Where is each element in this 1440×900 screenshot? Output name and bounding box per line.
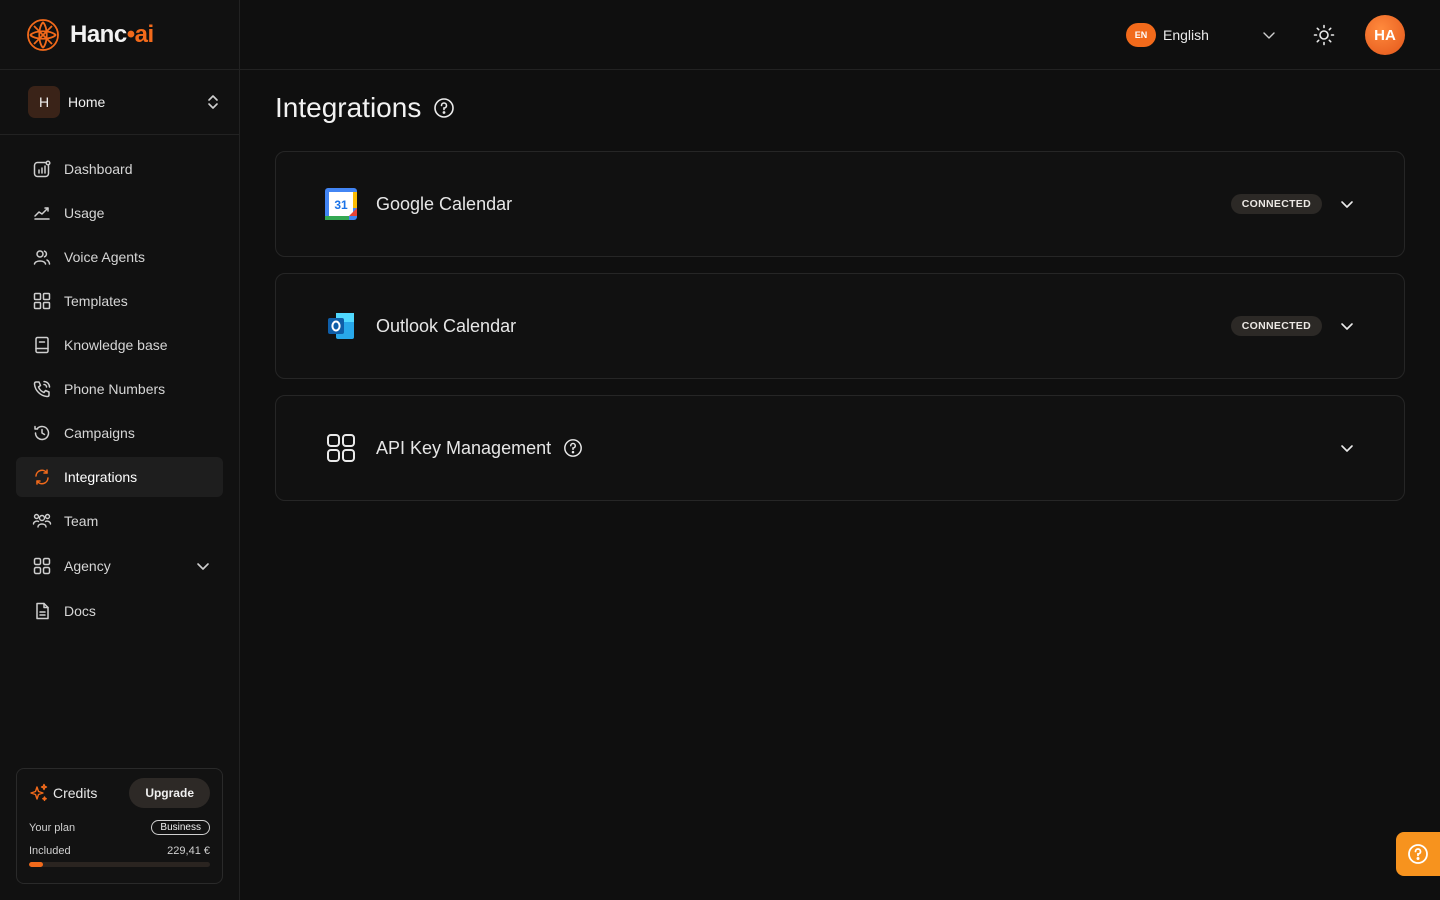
logo[interactable]: Hanc•ai [0, 0, 239, 70]
hanc-logo-icon [26, 18, 60, 52]
help-circle-icon [1407, 843, 1429, 865]
integration-title: API Key Management [376, 437, 552, 458]
sidebar-item-label: Campaigns [64, 425, 135, 441]
plan-label: Your plan [29, 821, 76, 834]
sun-icon [1313, 24, 1335, 46]
workspace-avatar: H [28, 86, 60, 118]
sidebar-item-label: Team [64, 513, 99, 529]
chevron-down-icon[interactable] [1338, 317, 1356, 335]
theme-toggle-button[interactable] [1312, 23, 1336, 47]
sidebar-item-label: Integrations [64, 469, 138, 485]
sidebar-nav: Dashboard Usage Voice Agents Templates K… [16, 149, 223, 635]
sidebar-item-phone-numbers[interactable]: Phone Numbers [16, 369, 223, 409]
dashboard-icon [32, 159, 52, 179]
sidebar-item-voice-agents[interactable]: Voice Agents [16, 237, 223, 277]
help-circle-icon[interactable] [563, 438, 583, 458]
sidebar-item-knowledge-base[interactable]: Knowledge base [16, 325, 223, 365]
sidebar-item-campaigns[interactable]: Campaigns [16, 413, 223, 453]
svg-text:31: 31 [334, 198, 348, 212]
sidebar-item-dashboard[interactable]: Dashboard [16, 149, 223, 189]
phone-icon [32, 379, 52, 399]
sidebar-item-label: Dashboard [64, 161, 133, 177]
chevron-down-icon [1262, 28, 1276, 42]
integration-card-google-calendar[interactable]: 31 Google Calendar CONNECTED [275, 151, 1405, 257]
integration-title: Outlook Calendar [376, 315, 517, 336]
user-avatar[interactable]: HA [1365, 15, 1405, 55]
grid-icon [32, 556, 52, 576]
sidebar-item-label: Docs [64, 603, 96, 619]
refresh-icon [32, 467, 52, 487]
help-circle-icon[interactable] [433, 97, 455, 119]
included-value: 229,41 € [167, 845, 210, 857]
grid-icon [32, 291, 52, 311]
book-icon [32, 335, 52, 355]
sidebar-item-docs[interactable]: Docs [16, 591, 223, 631]
sidebar-item-label: Knowledge base [64, 337, 168, 353]
history-icon [32, 423, 52, 443]
users-icon [32, 247, 52, 267]
document-icon [32, 601, 52, 621]
chart-line-icon [32, 203, 52, 223]
team-icon [32, 511, 52, 531]
chevron-up-down-icon [205, 94, 221, 110]
credits-title: Credits [53, 785, 98, 801]
sidebar-item-templates[interactable]: Templates [16, 281, 223, 321]
page-header: Integrations [275, 88, 455, 128]
sidebar: Hanc•ai H Home Dashboard Usage Voice Age… [0, 0, 240, 900]
credits-panel: Credits Upgrade Your plan Business Inclu… [16, 768, 223, 884]
credits-progress-fill [29, 862, 44, 867]
sidebar-item-usage[interactable]: Usage [16, 193, 223, 233]
sidebar-item-label: Templates [64, 293, 128, 309]
help-button[interactable] [1396, 832, 1440, 876]
integration-card-outlook-calendar[interactable]: Outlook Calendar CONNECTED [275, 273, 1405, 379]
page-title: Integrations [275, 92, 422, 123]
credits-progress-bar [29, 862, 210, 867]
integration-title: Google Calendar [376, 193, 513, 214]
top-bar: EN English HA [240, 0, 1440, 70]
logo-wordmark: Hanc•ai [70, 20, 154, 48]
status-badge: CONNECTED [1230, 194, 1322, 214]
sidebar-item-label: Agency [64, 558, 111, 574]
language-name: English [1163, 27, 1209, 43]
plan-badge: Business [151, 820, 210, 835]
chevron-down-icon[interactable] [195, 558, 211, 574]
upgrade-button[interactable]: Upgrade [129, 778, 210, 808]
sparkles-icon [29, 783, 49, 803]
workspace-name: Home [68, 94, 106, 110]
chevron-down-icon[interactable] [1338, 439, 1356, 457]
sidebar-item-agency[interactable]: Agency [16, 545, 223, 587]
language-code-badge: EN [1126, 23, 1156, 47]
sidebar-item-label: Phone Numbers [64, 381, 166, 397]
integration-card-api-key-management[interactable]: API Key Management [275, 395, 1405, 501]
chevron-down-icon[interactable] [1338, 195, 1356, 213]
sidebar-item-label: Usage [64, 205, 105, 221]
outlook-icon [324, 309, 358, 343]
included-label: Included [29, 845, 71, 857]
grid-icon [324, 431, 358, 465]
sidebar-item-team[interactable]: Team [16, 501, 223, 541]
workspace-switcher[interactable]: H Home [0, 70, 239, 135]
google-calendar-icon: 31 [324, 187, 358, 221]
sidebar-item-label: Voice Agents [64, 249, 145, 265]
language-selector[interactable]: EN English [1126, 21, 1276, 49]
status-badge: CONNECTED [1230, 316, 1322, 336]
sidebar-item-integrations[interactable]: Integrations [16, 457, 223, 497]
